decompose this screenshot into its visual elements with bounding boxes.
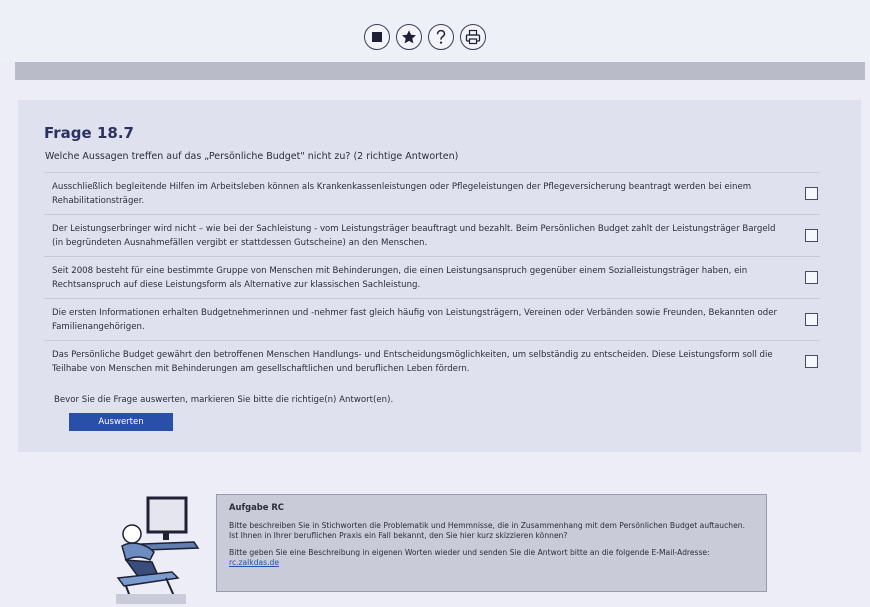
answer-options: Ausschließlich begleitende Hilfen im Arb… bbox=[44, 172, 820, 382]
answer-checkbox[interactable] bbox=[805, 186, 818, 200]
printer-icon bbox=[465, 29, 481, 45]
answer-option-text: Die ersten Informationen erhalten Budget… bbox=[52, 308, 778, 332]
answer-option-1[interactable]: Ausschließlich begleitende Hilfen im Arb… bbox=[44, 172, 820, 214]
header-divider-bar bbox=[15, 62, 865, 80]
task-line-3: Bitte geben Sie eine Beschreibung in eig… bbox=[229, 548, 710, 557]
question-panel: Frage 18.7 Welche Aussagen treffen auf d… bbox=[18, 100, 861, 452]
answer-option-text: Ausschließlich begleitende Hilfen im Arb… bbox=[52, 182, 752, 206]
stop-button[interactable] bbox=[364, 24, 390, 50]
help-button[interactable] bbox=[428, 24, 454, 50]
evaluate-button[interactable]: Auswerten bbox=[69, 413, 173, 431]
answer-checkbox[interactable] bbox=[805, 312, 818, 326]
evaluate-hint: Bevor Sie die Frage auswerten, markieren… bbox=[54, 395, 394, 405]
task-box: Aufgabe RC Bitte beschreiben Sie in Stic… bbox=[216, 494, 767, 592]
question-title: Frage 18.7 bbox=[44, 124, 134, 142]
answer-option-text: Der Leistungserbringer wird nicht – wie … bbox=[52, 224, 776, 248]
answer-option-text: Das Persönliche Budget gewährt den betro… bbox=[52, 350, 773, 374]
question-text: Welche Aussagen treffen auf das „Persönl… bbox=[45, 151, 459, 162]
favorite-button[interactable] bbox=[396, 24, 422, 50]
stop-square-icon bbox=[372, 32, 382, 42]
answer-option-5[interactable]: Das Persönliche Budget gewährt den betro… bbox=[44, 340, 820, 382]
answer-checkbox[interactable] bbox=[805, 228, 818, 242]
answer-option-2[interactable]: Der Leistungserbringer wird nicht – wie … bbox=[44, 214, 820, 256]
person-at-computer-illustration bbox=[116, 496, 200, 604]
answer-checkbox[interactable] bbox=[805, 270, 818, 284]
task-line-1: Bitte beschreiben Sie in Stichworten die… bbox=[229, 521, 745, 530]
question-icon bbox=[436, 29, 446, 44]
answer-option-4[interactable]: Die ersten Informationen erhalten Budget… bbox=[44, 298, 820, 340]
print-button[interactable] bbox=[460, 24, 486, 50]
task-title: Aufgabe RC bbox=[229, 502, 284, 512]
answer-checkbox[interactable] bbox=[805, 354, 818, 368]
email-link[interactable]: rc.zalkdas.de bbox=[229, 558, 279, 567]
star-icon bbox=[402, 30, 416, 44]
toolbar bbox=[0, 0, 870, 62]
answer-option-3[interactable]: Seit 2008 besteht für eine bestimmte Gru… bbox=[44, 256, 820, 298]
toolbar-icons bbox=[364, 24, 486, 50]
task-line-2: Ist Ihnen in Ihrer beruflichen Praxis ei… bbox=[229, 531, 568, 540]
answer-option-text: Seit 2008 besteht für eine bestimmte Gru… bbox=[52, 266, 748, 290]
